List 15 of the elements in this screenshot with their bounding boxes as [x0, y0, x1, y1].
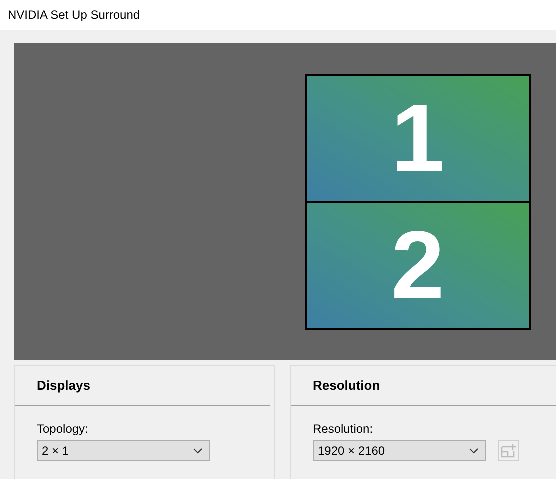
- monitor-number: 1: [391, 90, 445, 186]
- chevron-down-icon: [469, 448, 479, 454]
- field-label: Topology:: [37, 422, 90, 436]
- dropdown[interactable]: 2 × 1: [37, 440, 210, 461]
- display-plus-icon: [501, 443, 516, 458]
- dropdown[interactable]: 1920 × 2160: [313, 440, 486, 461]
- add-display-button[interactable]: [498, 440, 519, 461]
- panel-title: Displays: [37, 378, 90, 393]
- field-label: Resolution:: [313, 422, 374, 436]
- chevron-down-icon: [193, 448, 203, 454]
- monitor-tile[interactable]: 2: [305, 203, 531, 330]
- monitor-tile[interactable]: 1: [305, 74, 531, 203]
- monitor-number: 2: [391, 218, 445, 314]
- panel-title: Resolution: [313, 378, 380, 393]
- window-title: NVIDIA Set Up Surround: [8, 8, 140, 22]
